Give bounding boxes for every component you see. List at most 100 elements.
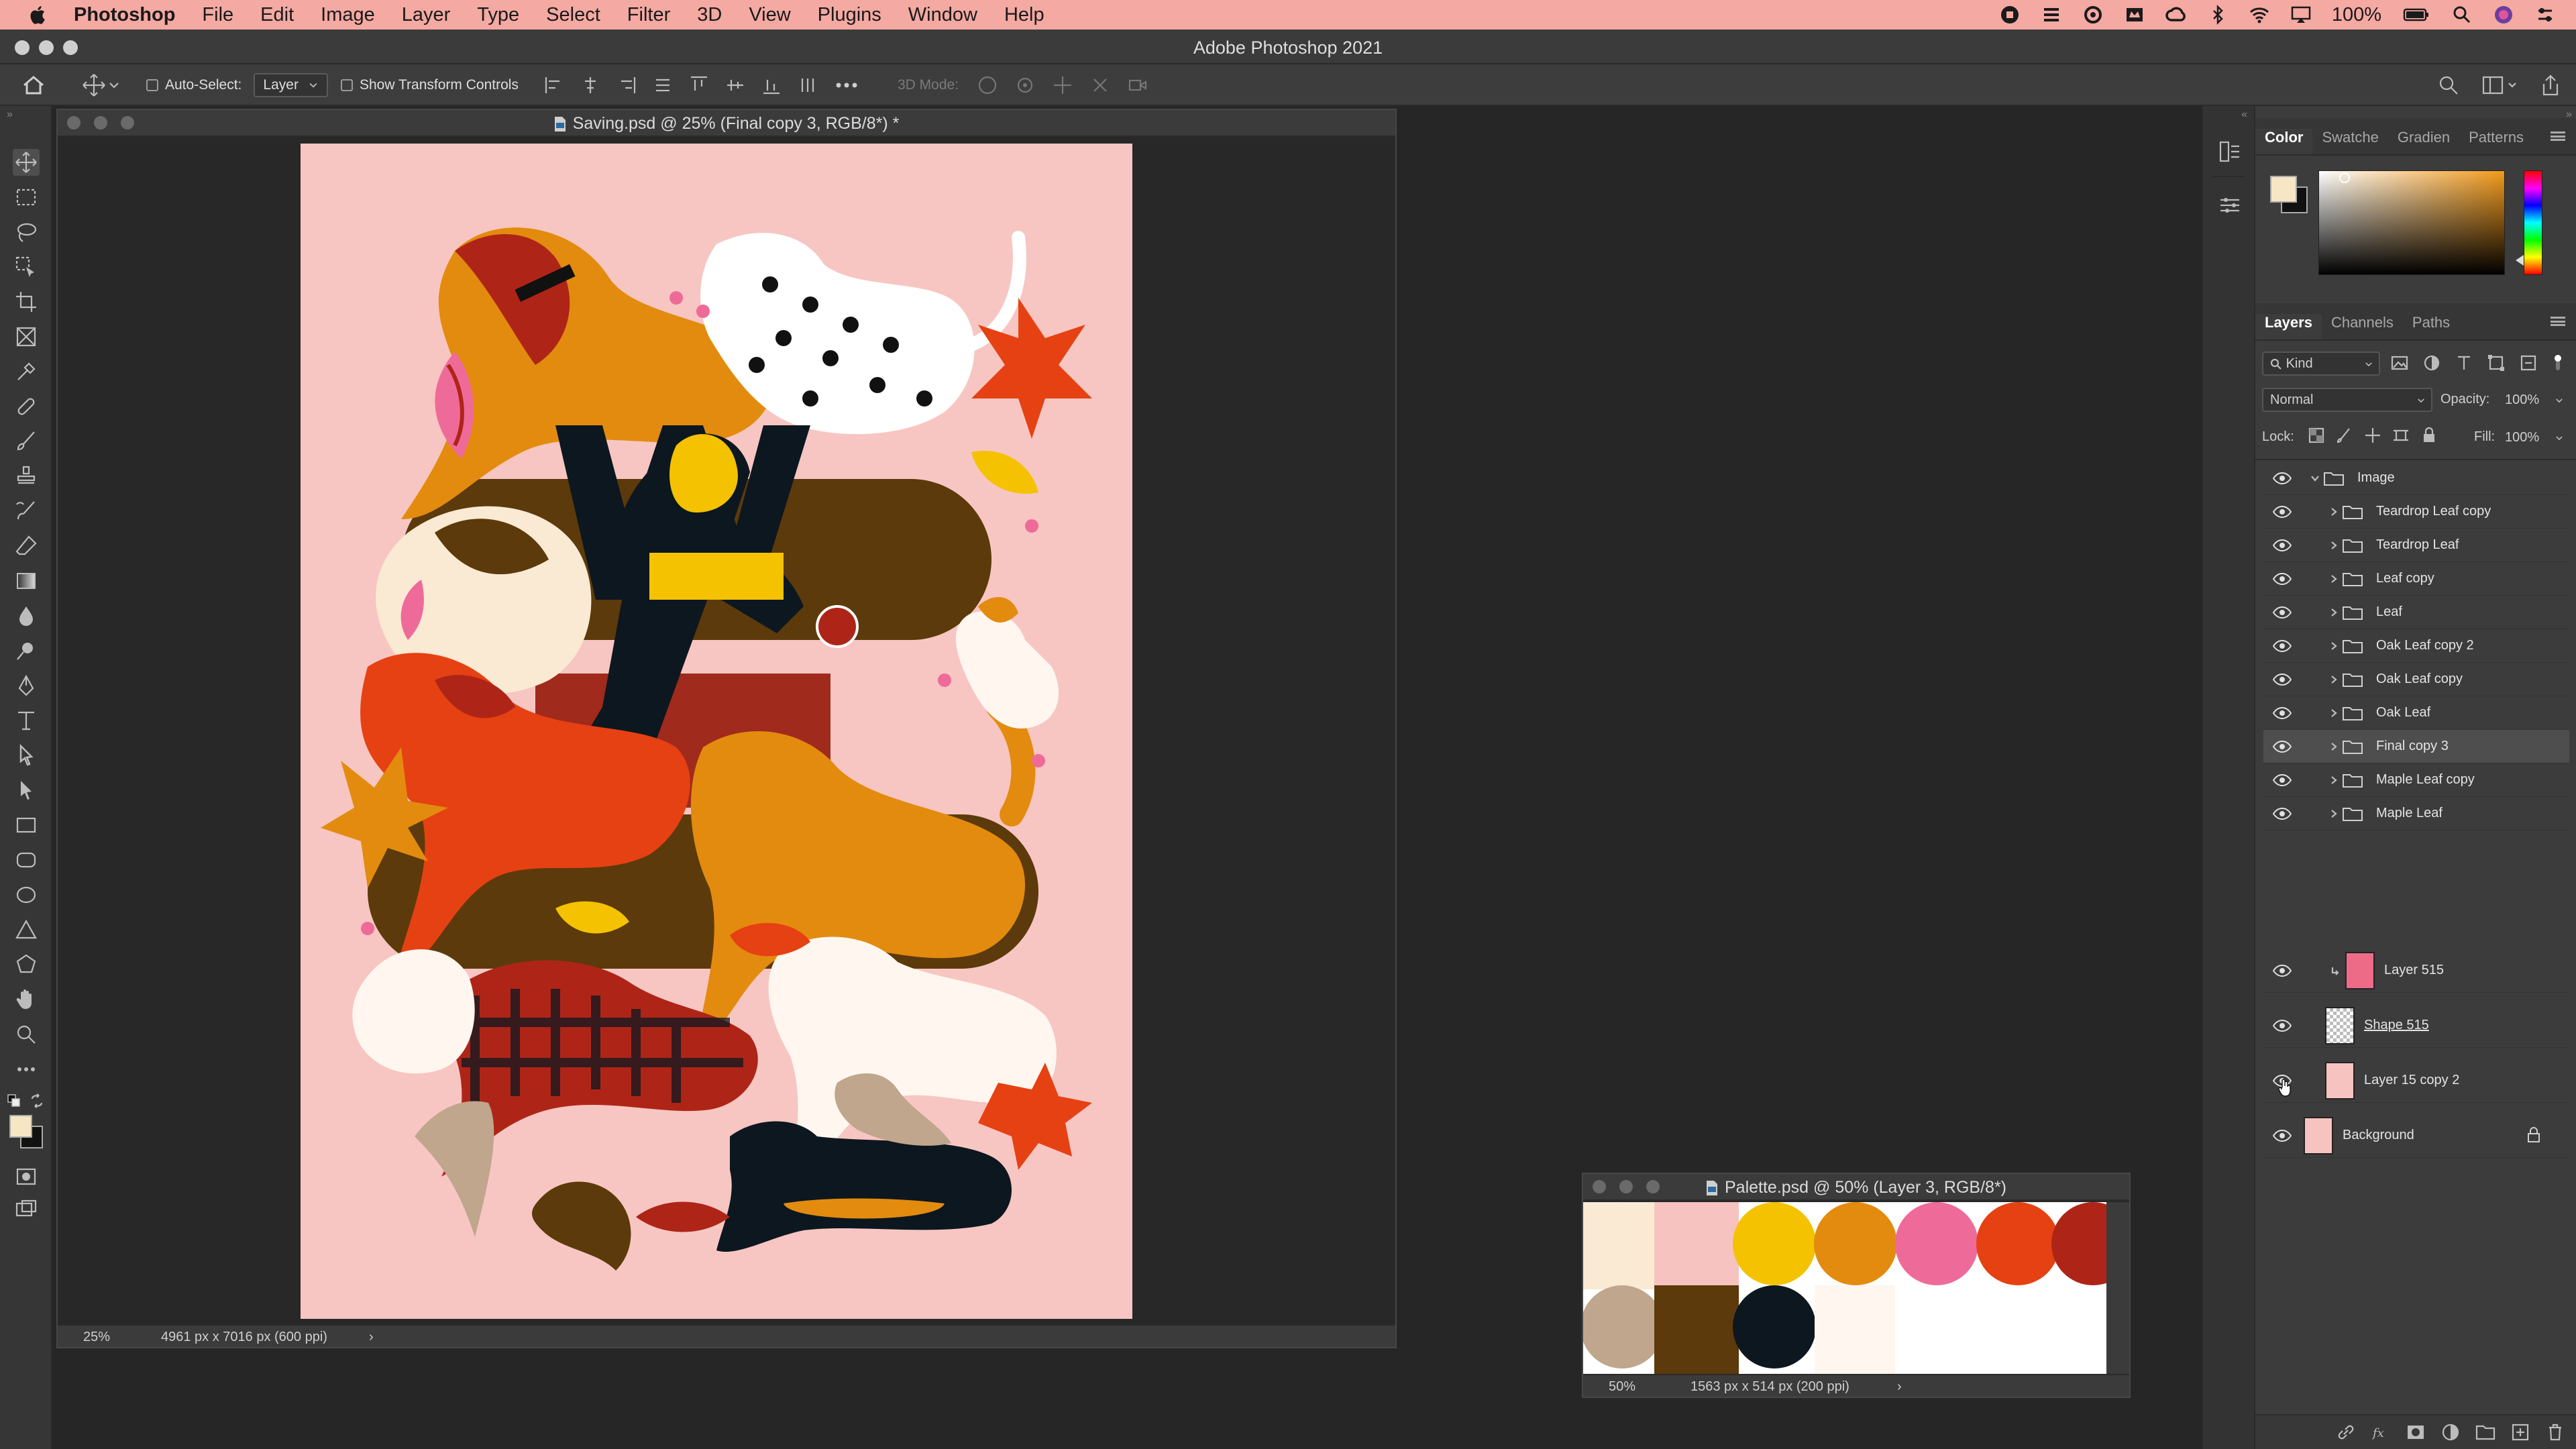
layer-group-row[interactable]: Teardrop Leaf copy — [2263, 495, 2569, 529]
foreground-color-swatch[interactable] — [9, 1115, 32, 1138]
lock-artboard-icon[interactable] — [2392, 427, 2410, 444]
layer-group-image[interactable]: Image — [2263, 462, 2569, 495]
menu-layer[interactable]: Layer — [402, 4, 451, 26]
crop-tool[interactable] — [13, 288, 40, 315]
canvas[interactable] — [301, 144, 1132, 1319]
menu-window[interactable]: Window — [908, 4, 977, 26]
layer-group-row[interactable]: Leaf copy — [2263, 562, 2569, 596]
visibility-eye-icon[interactable] — [2273, 539, 2292, 551]
status-chevron-icon[interactable]: › — [369, 1330, 374, 1345]
menu-filter[interactable]: Filter — [627, 4, 670, 26]
tab-paths[interactable]: Paths — [2403, 314, 2459, 339]
palette-zoom-level[interactable]: 50% — [1609, 1379, 1635, 1395]
visibility-eye-icon[interactable] — [2273, 1019, 2292, 1032]
3d-roll-icon[interactable] — [1014, 74, 1036, 97]
tool-preset-chevron-icon[interactable] — [107, 78, 121, 92]
share-icon[interactable] — [2538, 73, 2563, 97]
app-status-icon[interactable] — [2041, 4, 2062, 25]
layer-group-row[interactable]: Leaf — [2263, 596, 2569, 629]
menu-file[interactable]: File — [202, 4, 233, 26]
align-bottom-edges-icon[interactable] — [761, 74, 782, 96]
visibility-eye-icon[interactable] — [2273, 639, 2292, 652]
visibility-eye-icon[interactable] — [2273, 807, 2292, 820]
lock-position-icon[interactable] — [2364, 427, 2381, 444]
palette-canvas[interactable] — [1580, 1202, 2135, 1375]
visibility-eye-icon[interactable] — [2273, 606, 2292, 619]
filter-adjustment-icon[interactable] — [2422, 353, 2442, 373]
eraser-tool[interactable] — [13, 533, 40, 559]
move-tool-icon[interactable] — [80, 72, 107, 99]
workspace-switcher-icon[interactable] — [2481, 73, 2518, 97]
eyedropper-tool[interactable] — [13, 358, 40, 385]
siri-icon[interactable] — [2493, 4, 2514, 25]
group-collapsed-chevron-icon[interactable] — [2329, 675, 2339, 684]
rectangle-tool[interactable] — [13, 812, 40, 839]
layer-group-row[interactable]: Maple Leaf copy — [2263, 763, 2569, 797]
control-center-icon[interactable] — [2534, 4, 2556, 25]
apple-icon[interactable] — [27, 3, 50, 26]
fill-chevron-icon[interactable] — [2555, 433, 2564, 443]
lock-image-pixels-icon[interactable] — [2336, 427, 2353, 444]
new-layer-icon[interactable] — [2510, 1422, 2530, 1442]
rounded-rectangle-tool[interactable] — [13, 847, 40, 873]
group-collapsed-chevron-icon[interactable] — [2329, 775, 2339, 785]
pen-tool[interactable] — [13, 672, 40, 699]
move-tool[interactable] — [13, 149, 40, 176]
record-icon[interactable] — [1999, 4, 2021, 25]
color-picker-cursor[interactable] — [2339, 172, 2350, 183]
clone-stamp-tool[interactable] — [13, 463, 40, 490]
quick-mask-button[interactable] — [13, 1163, 40, 1190]
history-panel-icon[interactable] — [2216, 138, 2243, 165]
hue-slider[interactable] — [2524, 170, 2542, 275]
bluetooth-icon[interactable] — [2207, 4, 2229, 25]
adjustment-layer-icon[interactable] — [2440, 1422, 2461, 1442]
color-panel-menu-icon[interactable] — [2551, 131, 2565, 141]
distribute-horizontal-icon[interactable] — [797, 74, 818, 96]
align-top-edges-icon[interactable] — [688, 74, 710, 96]
frame-tool[interactable] — [13, 323, 40, 350]
auto-select-dropdown[interactable]: Layer — [254, 73, 328, 97]
visibility-eye-icon[interactable] — [2273, 572, 2292, 585]
distribute-vertical-icon[interactable] — [652, 74, 674, 96]
visibility-eye-icon[interactable] — [2273, 773, 2292, 786]
layer-group-row[interactable]: Final copy 3 — [2263, 730, 2569, 763]
menu-select[interactable]: Select — [546, 4, 600, 26]
filter-smart-object-icon[interactable] — [2518, 353, 2538, 373]
polygon-tool[interactable] — [13, 951, 40, 978]
delete-layer-trash-icon[interactable] — [2545, 1422, 2565, 1442]
group-collapsed-chevron-icon[interactable] — [2329, 541, 2339, 550]
layer-filter-dropdown[interactable]: Kind — [2262, 352, 2380, 376]
layer-group-row[interactable]: Oak Leaf — [2263, 696, 2569, 730]
lock-all-icon[interactable] — [2420, 427, 2438, 444]
filter-shape-icon[interactable] — [2486, 353, 2506, 373]
fill-input[interactable]: 100% — [2502, 425, 2555, 449]
align-right-edges-icon[interactable] — [616, 74, 637, 96]
crown-icon[interactable] — [2124, 4, 2145, 25]
menu-image[interactable]: Image — [321, 4, 375, 26]
gradient-tool[interactable] — [13, 568, 40, 594]
filter-pixel-icon[interactable] — [2390, 353, 2410, 373]
3d-slide-icon[interactable] — [1089, 74, 1112, 97]
zoom-tool[interactable] — [13, 1021, 40, 1048]
swap-colors-icon[interactable] — [30, 1093, 44, 1108]
group-collapsed-chevron-icon[interactable] — [2329, 708, 2339, 718]
filter-type-icon[interactable] — [2454, 353, 2474, 373]
group-expanded-chevron-icon[interactable] — [2310, 474, 2320, 483]
visibility-eye-icon[interactable] — [2273, 964, 2292, 977]
marquee-tool[interactable] — [13, 184, 40, 211]
doc-close-button[interactable] — [67, 116, 80, 129]
type-tool[interactable] — [13, 707, 40, 734]
tab-layers[interactable]: Layers — [2255, 314, 2322, 339]
layer-style-fx-icon[interactable]: fx — [2371, 1422, 2391, 1442]
layer-lock-icon[interactable] — [2526, 1127, 2541, 1143]
palette-scrollbar[interactable] — [2106, 1202, 2129, 1375]
battery-icon[interactable] — [2402, 4, 2431, 25]
3d-pan-icon[interactable] — [1051, 74, 1074, 97]
3d-scale-icon[interactable] — [1126, 74, 1149, 97]
3d-orbit-icon[interactable] — [976, 74, 999, 97]
default-colors-icon[interactable] — [7, 1093, 21, 1108]
ellipse-tool[interactable] — [13, 881, 40, 908]
menu-help[interactable]: Help — [1004, 4, 1044, 26]
group-collapsed-chevron-icon[interactable] — [2329, 641, 2339, 651]
brush-tool[interactable] — [13, 428, 40, 455]
